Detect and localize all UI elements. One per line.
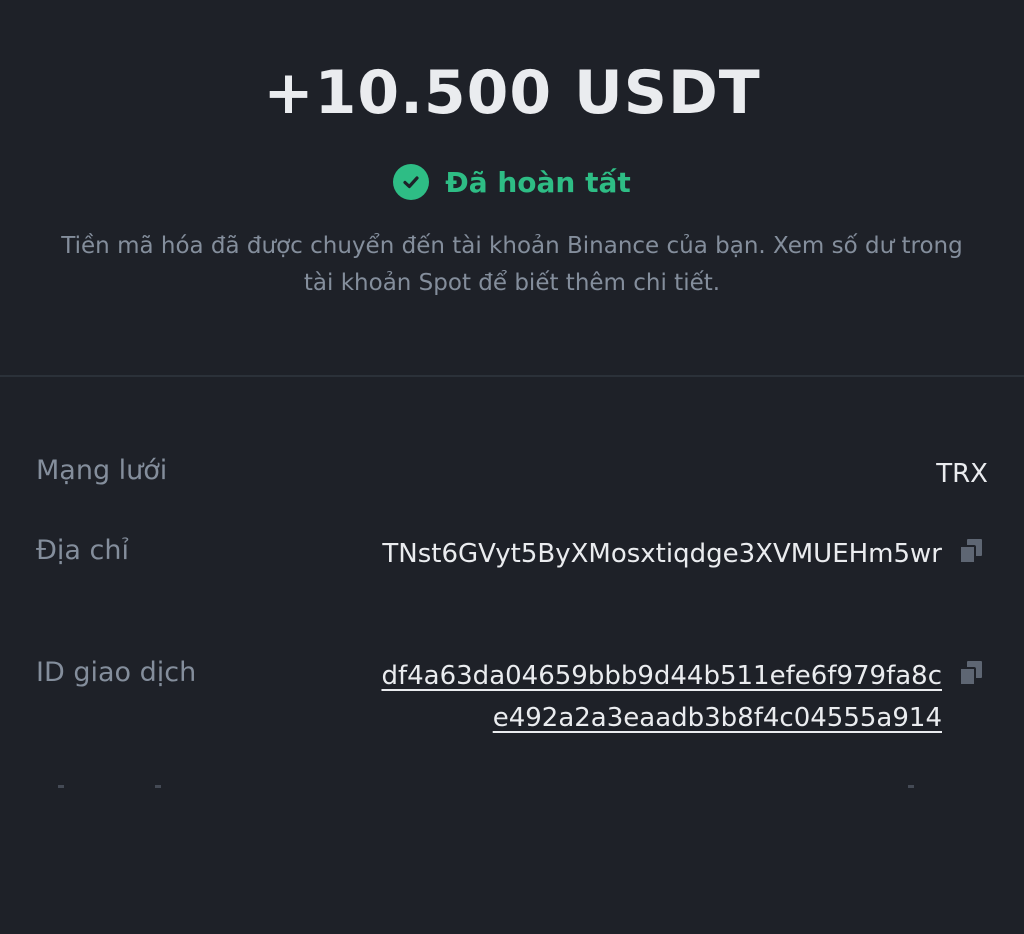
network-value: TRX xyxy=(936,459,988,489)
txid-link[interactable]: df4a63da04659bbb9d44b511efe6f979fa8ce492… xyxy=(372,655,942,739)
txid-label: ID giao dịch xyxy=(36,657,197,688)
status-text: Đã hoàn tất xyxy=(445,165,631,199)
network-label: Mạng lưới xyxy=(36,455,168,486)
transaction-summary: +10.500 USDT Đã hoàn tất Tiền mã hóa đã … xyxy=(0,0,1024,375)
check-circle-icon xyxy=(393,164,430,200)
deposit-amount: +10.500 USDT xyxy=(263,58,761,128)
copy-address-icon[interactable] xyxy=(958,538,984,564)
address-value[interactable]: TNst6GVyt5ByXMosxtiqdge3XVMUEHm5wr xyxy=(382,533,942,575)
status-description: Tiền mã hóa đã được chuyển đến tài khoản… xyxy=(61,233,963,296)
section-divider xyxy=(0,375,1024,377)
address-label: Địa chỉ xyxy=(36,535,130,566)
copy-txid-icon[interactable] xyxy=(958,660,984,686)
status-badge: Đã hoàn tất xyxy=(0,164,1024,200)
clipped-next-row xyxy=(0,785,1024,795)
